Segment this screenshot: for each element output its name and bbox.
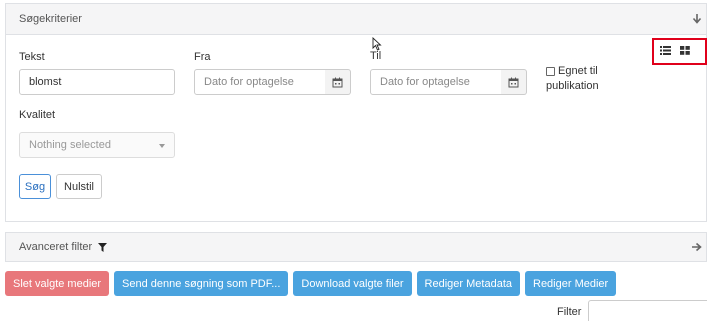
- kvalitet-label: Kvalitet: [19, 109, 56, 121]
- mouse-cursor-icon: [372, 37, 382, 51]
- advanced-filter-panel: Avanceret filter: [5, 232, 707, 262]
- tekst-input-value: blomst: [29, 76, 62, 88]
- calendar-icon[interactable]: [501, 69, 527, 95]
- filter-input[interactable]: [588, 300, 707, 321]
- advanced-filter-header[interactable]: Avanceret filter: [6, 233, 706, 261]
- tekst-input[interactable]: blomst: [19, 69, 175, 95]
- search-button[interactable]: Søg: [19, 174, 51, 199]
- search-criteria-title: Søgekriterier: [19, 13, 82, 25]
- edit-media-button[interactable]: Rediger Medier: [525, 271, 617, 296]
- reset-button[interactable]: Nulstil: [56, 174, 102, 199]
- search-criteria-panel: Søgekriterier: [5, 3, 707, 222]
- kvalitet-select[interactable]: Nothing selected: [19, 132, 175, 158]
- filter-funnel-icon: [98, 242, 108, 252]
- delete-selected-button[interactable]: Slet valgte medier: [5, 271, 110, 296]
- view-toggle: [652, 38, 707, 65]
- fra-date-input[interactable]: Dato for optagelse: [194, 69, 326, 95]
- caret-down-icon: [159, 144, 165, 148]
- til-date-placeholder: Dato for optagelse: [380, 76, 470, 88]
- arrow-right-icon[interactable]: [691, 242, 702, 255]
- advanced-filter-title: Avanceret filter: [19, 241, 93, 253]
- action-toolbar: Slet valgte medier Send denne søgning so…: [5, 271, 617, 296]
- edit-metadata-button[interactable]: Rediger Metadata: [416, 271, 520, 296]
- egnet-label-line1: Egnet til: [558, 65, 598, 77]
- grid-view-icon[interactable]: [680, 45, 690, 58]
- arrow-down-icon[interactable]: [692, 13, 702, 27]
- fra-date-placeholder: Dato for optagelse: [204, 76, 294, 88]
- fra-label: Fra: [194, 51, 211, 63]
- calendar-icon[interactable]: [325, 69, 351, 95]
- egnet-label-line2: publikation: [546, 80, 599, 92]
- egnet-checkbox[interactable]: [546, 67, 555, 76]
- list-view-icon[interactable]: [660, 45, 671, 58]
- search-criteria-header[interactable]: Søgekriterier: [6, 4, 706, 35]
- kvalitet-select-value: Nothing selected: [29, 139, 111, 151]
- til-date-input[interactable]: Dato for optagelse: [370, 69, 502, 95]
- download-selected-button[interactable]: Download valgte filer: [293, 271, 412, 296]
- til-label: Til: [370, 50, 382, 62]
- filter-label: Filter: [557, 306, 582, 318]
- send-pdf-button[interactable]: Send denne søgning som PDF...: [114, 271, 289, 296]
- tekst-label: Tekst: [19, 51, 45, 63]
